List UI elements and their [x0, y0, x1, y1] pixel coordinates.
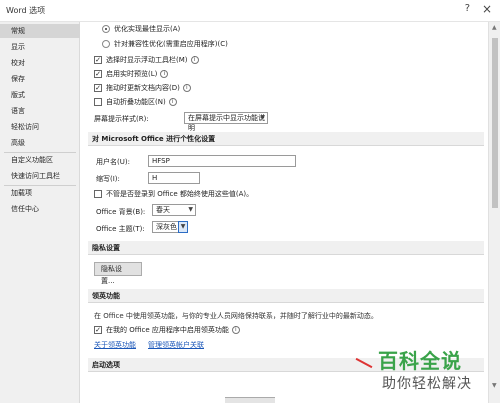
- background-select[interactable]: 春天 ▼: [152, 204, 196, 216]
- checkbox-checked-icon: ✓: [94, 326, 102, 334]
- sidebar-item-customize-ribbon[interactable]: 自定义功能区: [0, 153, 80, 167]
- privacy-settings-button[interactable]: 隐私设置...: [94, 262, 142, 285]
- sidebar-item-proofing[interactable]: 校对: [0, 56, 80, 70]
- select-value: 春天: [156, 206, 170, 214]
- help-button[interactable]: ?: [465, 3, 470, 14]
- chevron-down-icon: ▼: [178, 221, 188, 233]
- link-manage-linkedin[interactable]: 管理领英帐户关联: [148, 340, 204, 350]
- sidebar-item-addins[interactable]: 加载项: [0, 186, 80, 200]
- sidebar-item-trust-center[interactable]: 信任中心: [0, 202, 80, 216]
- checkbox-live-preview[interactable]: ✓ 启用实时预览(L) i: [94, 68, 169, 80]
- section-linkedin: 领英功能: [88, 289, 484, 303]
- select-value: 在屏幕提示中显示功能说明: [188, 114, 265, 132]
- info-icon: i: [182, 84, 191, 92]
- checkbox-icon: [94, 190, 102, 198]
- sidebar-item-advanced[interactable]: 高级: [0, 136, 80, 150]
- checkbox-linkedin-enable[interactable]: ✓ 在我的 Office 应用程序中启用领英功能 i: [94, 324, 240, 336]
- initials-input[interactable]: H: [148, 172, 200, 184]
- sidebar-item-layout[interactable]: 版式: [0, 88, 80, 102]
- select-value: 深灰色: [156, 223, 177, 231]
- checkbox-label: 不管是否登录到 Office 都始终使用这些值(A)。: [106, 190, 254, 198]
- radio-label: 优化实现最佳显示(A): [114, 25, 181, 33]
- theme-select[interactable]: 深灰色 ▼: [152, 221, 188, 233]
- options-sidebar: 常规 显示 校对 保存 版式 语言 轻松访问 高级 自定义功能区 快速访问工具栏…: [0, 22, 80, 403]
- screentip-label: 屏幕提示样式(R):: [94, 115, 149, 123]
- sidebar-item-language[interactable]: 语言: [0, 104, 80, 118]
- sidebar-item-save[interactable]: 保存: [0, 72, 80, 86]
- checkbox-checked-icon: ✓: [94, 56, 102, 64]
- checkbox-label: 拖动时更新文档内容(D): [106, 84, 180, 92]
- checkbox-update-drag[interactable]: ✓ 拖动时更新文档内容(D) i: [94, 82, 191, 94]
- watermark-logo: 百科全说 助你轻松解决: [378, 345, 496, 397]
- background-label: Office 背景(B):: [96, 208, 146, 216]
- info-icon: i: [168, 98, 177, 106]
- username-label: 用户名(U):: [96, 158, 130, 166]
- radio-icon: [102, 40, 110, 48]
- radio-optimize-display[interactable]: 优化实现最佳显示(A): [102, 23, 180, 35]
- checkbox-icon: [94, 98, 102, 106]
- radio-optimize-compat[interactable]: 针对兼容性优化(需重启应用程序)(C): [102, 38, 228, 50]
- watermark-subtitle: 助你轻松解决: [382, 376, 472, 392]
- checkbox-collapse-ribbon[interactable]: 自动折叠功能区(N) i: [94, 96, 177, 108]
- checkbox-label: 选择时显示浮动工具栏(M): [106, 56, 188, 64]
- chevron-down-icon: ▼: [260, 114, 265, 121]
- chevron-down-icon: ▼: [188, 206, 193, 213]
- checkbox-always-use[interactable]: 不管是否登录到 Office 都始终使用这些值(A)。: [94, 188, 253, 200]
- title-bar: Word 选项 ? ×: [0, 0, 500, 22]
- sidebar-item-display[interactable]: 显示: [0, 40, 80, 54]
- link-about-linkedin[interactable]: 关于领英功能: [94, 340, 136, 350]
- initials-label: 缩写(I):: [96, 175, 120, 183]
- scroll-up-icon[interactable]: ▲: [492, 24, 497, 31]
- checkbox-label: 自动折叠功能区(N): [106, 98, 166, 106]
- scrollbar-thumb[interactable]: [492, 38, 498, 208]
- screentip-select[interactable]: 在屏幕提示中显示功能说明 ▼: [184, 112, 268, 132]
- checkbox-mini-toolbar[interactable]: ✓ 选择时显示浮动工具栏(M) i: [94, 54, 199, 66]
- radio-selected-icon: [102, 25, 110, 33]
- checkbox-checked-icon: ✓: [94, 70, 102, 78]
- info-icon: i: [160, 70, 169, 78]
- watermark-title: 百科全说: [378, 349, 462, 373]
- info-icon: i: [190, 56, 199, 64]
- sidebar-item-general[interactable]: 常规: [0, 24, 80, 38]
- window-title: Word 选项: [6, 6, 46, 15]
- close-button[interactable]: ×: [482, 2, 492, 16]
- sidebar-item-quick-access[interactable]: 快速访问工具栏: [0, 169, 80, 183]
- info-icon: i: [231, 326, 240, 334]
- checkbox-checked-icon: ✓: [94, 84, 102, 92]
- radio-label: 针对兼容性优化(需重启应用程序)(C): [114, 40, 228, 48]
- theme-label: Office 主题(T):: [96, 225, 145, 233]
- partial-button: [225, 397, 275, 403]
- linkedin-description: 在 Office 中使用领英功能，与你的专业人员网络保持联系，并随时了解行业中的…: [94, 312, 378, 320]
- sidebar-item-accessibility[interactable]: 轻松访问: [0, 120, 80, 134]
- section-personalize: 对 Microsoft Office 进行个性化设置: [88, 132, 484, 146]
- checkbox-label: 在我的 Office 应用程序中启用领英功能: [106, 326, 229, 334]
- section-privacy: 隐私设置: [88, 241, 484, 255]
- checkbox-label: 启用实时预览(L): [106, 70, 158, 78]
- username-input[interactable]: HFSP: [148, 155, 296, 167]
